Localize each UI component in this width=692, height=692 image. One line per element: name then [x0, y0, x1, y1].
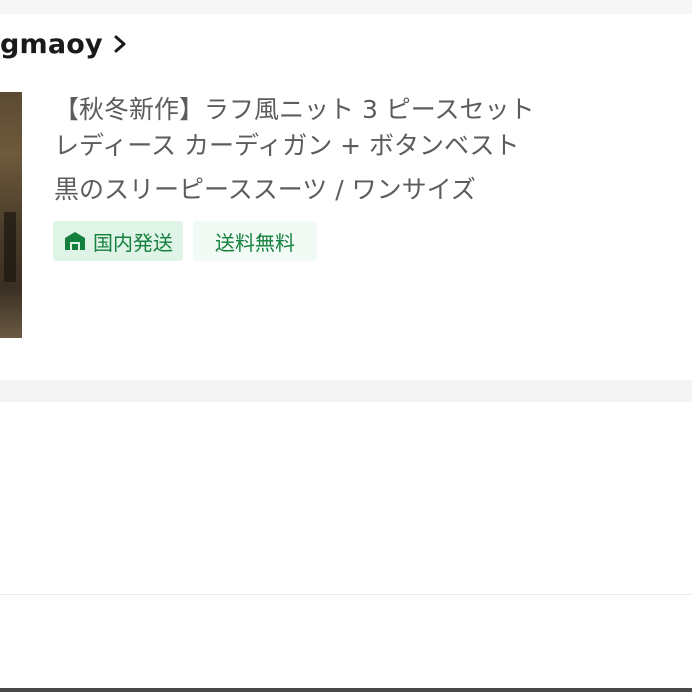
free-shipping-label: 送料無料	[215, 230, 295, 255]
chevron-right-icon	[114, 35, 126, 53]
top-strip	[0, 0, 692, 14]
product-tags: 国内発送 送料無料	[53, 221, 317, 261]
store-link[interactable]: gmaoy	[0, 22, 129, 66]
free-shipping-badge: 送料無料	[193, 221, 317, 261]
product-title[interactable]: 【秋冬新作】ラフ風ニット 3 ピースセット レディース カーディガン + ボタン…	[54, 92, 674, 208]
product-title-line: レディース カーディガン + ボタンベスト	[54, 131, 520, 160]
product-title-line: 【秋冬新作】ラフ風ニット 3 ピースセット	[54, 95, 535, 124]
divider-line	[0, 594, 692, 595]
product-title-line: 黒のスリーピーススーツ / ワンサイズ	[54, 175, 476, 204]
bottom-edge	[0, 688, 692, 692]
domestic-shipping-badge: 国内発送	[53, 221, 183, 261]
warehouse-icon	[65, 232, 85, 250]
domestic-shipping-label: 国内発送	[93, 230, 173, 255]
product-thumbnail[interactable]	[0, 92, 22, 338]
section-divider	[0, 380, 692, 402]
store-name: gmaoy	[0, 28, 103, 60]
